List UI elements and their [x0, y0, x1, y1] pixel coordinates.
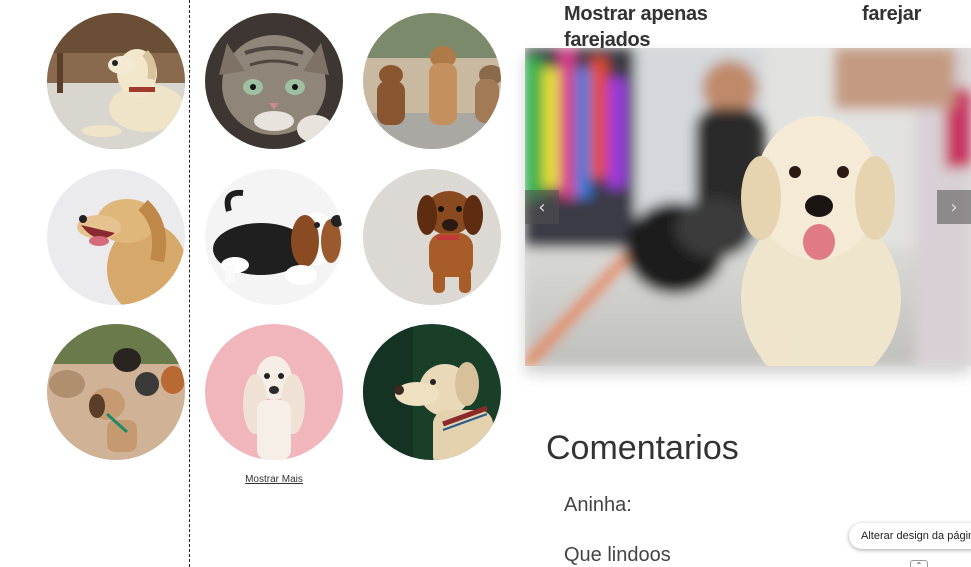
dog-photo-icon: [363, 13, 501, 149]
dog-photo-icon: [363, 169, 501, 305]
cat-photo-icon: [205, 13, 343, 149]
dog-photo-icon: [47, 169, 185, 305]
dog-photo-icon: [363, 324, 501, 460]
image-slideshow[interactable]: ‹ ›: [525, 48, 971, 366]
dog-photo-icon: [205, 324, 343, 460]
page: Mostrar Mais Mostrar apenas farejados fa…: [0, 0, 971, 567]
show-only-sniffed-filter[interactable]: Mostrar apenas farejados: [564, 1, 754, 53]
dog-photo-icon: [205, 169, 343, 305]
scroll-up-icon[interactable]: ⌃: [910, 560, 928, 567]
slideshow-next-button[interactable]: ›: [937, 190, 971, 224]
gallery-item-labrador-lying[interactable]: [47, 13, 185, 149]
gallery-item-golden-yawning[interactable]: [47, 169, 185, 305]
comment-author: Aninha:: [564, 494, 632, 516]
sniff-label[interactable]: farejar: [862, 1, 921, 27]
gallery-item-three-puppies[interactable]: [363, 13, 501, 149]
change-page-design-button[interactable]: Alterar design da página: [849, 523, 971, 549]
gallery-item-brown-puppy[interactable]: [363, 169, 501, 305]
show-more-link[interactable]: Mostrar Mais: [224, 474, 324, 485]
dashed-divider: [189, 0, 190, 567]
dog-photo-icon: [47, 324, 185, 460]
gallery-item-tabby-cat[interactable]: [205, 13, 343, 149]
comments-title: Comentarios: [546, 429, 739, 467]
gallery-item-basset-hound[interactable]: [205, 169, 343, 305]
gallery-item-dog-pack[interactable]: [47, 324, 185, 460]
dog-photo-icon: [47, 13, 185, 149]
comment-text: Que lindoos: [564, 544, 671, 566]
slideshow-prev-button[interactable]: ‹: [525, 190, 559, 224]
gallery-item-afghan-hound[interactable]: [205, 324, 343, 460]
golden-retriever-slide-image: [525, 48, 971, 366]
gallery-item-labrador-forest[interactable]: [363, 324, 501, 460]
